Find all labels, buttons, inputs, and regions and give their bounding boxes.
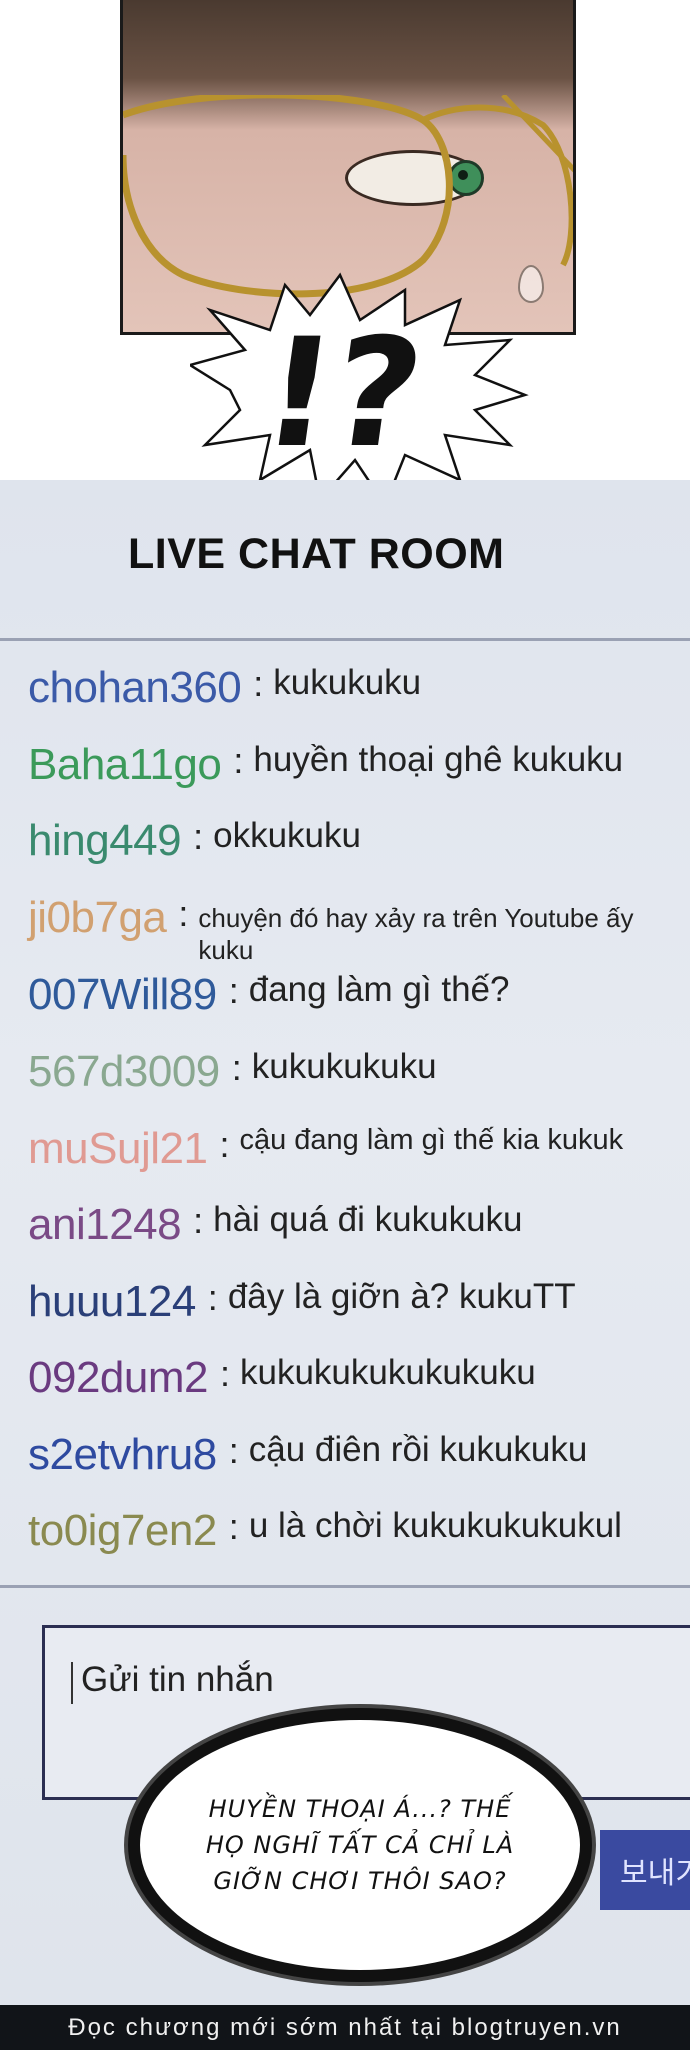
chat-text: cậu đang làm gì thế kia kukuk [239, 1124, 624, 1156]
send-button[interactable]: 보내기 [600, 1830, 690, 1910]
chat-text: kukukukukukukuku [240, 1353, 536, 1392]
message-input-placeholder: Gửi tin nhắn [81, 1660, 274, 1699]
chat-username: 092dum2 [28, 1353, 208, 1402]
chat-divider-bottom [0, 1585, 690, 1588]
chat-username: hing449 [28, 816, 182, 865]
chat-separator: : [219, 1124, 230, 1165]
chat-divider-top [0, 638, 690, 641]
text-caret [71, 1662, 73, 1704]
chat-separator: : [228, 970, 239, 1011]
chat-separator: : [228, 1506, 239, 1547]
burst-text: !? [253, 306, 433, 481]
chat-text: kukukukuku [251, 1047, 437, 1086]
chat-text: okkukuku [213, 816, 361, 855]
chat-username: 007Will89 [28, 970, 217, 1019]
chat-title: LIVE CHAT ROOM [128, 530, 505, 578]
chat-message: ji0b7ga: chuyện đó hay xảy ra trên Youtub… [28, 893, 668, 966]
chat-username: 567d3009 [28, 1047, 220, 1096]
footer-bar: Đọc chương mới sớm nhất tại blogtruyen.v… [0, 2005, 690, 2050]
chat-text: kukukuku [273, 663, 422, 702]
exclamation-burst: !? [190, 272, 529, 508]
footer-text: Đọc chương mới sớm nhất tại blogtruyen.v… [68, 2013, 622, 2041]
chat-separator: : [228, 1430, 239, 1471]
chat-username: ani1248 [28, 1200, 182, 1249]
chat-text: đang làm gì thế? [248, 970, 510, 1009]
chat-text: u là chời kukukukukukul [248, 1506, 622, 1545]
chat-separator: : [193, 1200, 204, 1241]
chat-text: cậu điên rồi kukukuku [248, 1430, 588, 1469]
chat-message: huuu124: đây là giỡn à? kukuTT [28, 1277, 576, 1327]
chat-message: to0ig7en2: u là chời kukukukukukul [28, 1506, 622, 1556]
chat-message: 007Will89: đang làm gì thế? [28, 970, 509, 1020]
chat-message: ani1248: hài quá đi kukukuku [28, 1200, 523, 1250]
chat-username: muSujl21 [28, 1124, 208, 1173]
chat-text: hài quá đi kukukuku [213, 1200, 523, 1239]
chat-username: s2etvhru8 [28, 1430, 217, 1479]
chat-separator: : [219, 1353, 230, 1394]
chat-separator: : [207, 1277, 218, 1318]
chat-username: chohan360 [28, 663, 242, 712]
chat-username: Baha11go [28, 740, 222, 789]
chat-separator: : [193, 816, 204, 857]
chat-username: to0ig7en2 [28, 1506, 217, 1555]
speech-line: HỌ NGHĨ TẤT CẢ CHỈ LÀ [205, 1831, 515, 1859]
chat-separator: : [233, 740, 244, 781]
chat-message: 567d3009: kukukukuku [28, 1047, 437, 1097]
chat-message: muSujl21: cậu đang làm gì thế kia kukuk [28, 1124, 623, 1174]
chat-username: ji0b7ga [28, 893, 167, 942]
speech-line: GIỠN CHƠI THÔI SAO? [213, 1867, 507, 1895]
chat-separator: : [178, 893, 189, 934]
chat-text: chuyện đó hay xảy ra trên Youtube ấy kuk… [198, 903, 634, 965]
chat-message: s2etvhru8: cậu điên rồi kukukuku [28, 1430, 587, 1480]
chat-separator: : [253, 663, 264, 704]
chat-text: huyền thoại ghê kukuku [253, 740, 624, 779]
chat-message: chohan360: kukukuku [28, 663, 421, 713]
chat-separator: : [231, 1047, 242, 1088]
chat-message: Baha11go: huyền thoại ghê kukuku [28, 740, 623, 790]
speech-bubble: HUYỀN THOẠI Á...? THẾ HỌ NGHĨ TẤT CẢ CHỈ… [140, 1720, 580, 1970]
chat-message: 092dum2: kukukukukukukuku [28, 1353, 536, 1403]
chat-text: đây là giỡn à? kukuTT [227, 1277, 576, 1316]
chat-message: hing449: okkukuku [28, 816, 361, 866]
speech-line: HUYỀN THOẠI Á...? THẾ [208, 1795, 512, 1823]
chat-username: huuu124 [28, 1277, 196, 1326]
